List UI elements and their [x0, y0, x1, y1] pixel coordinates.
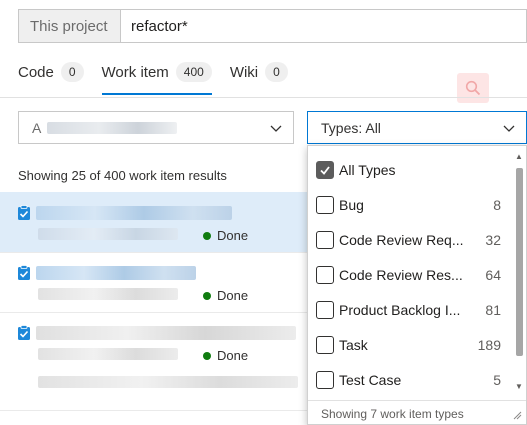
chevron-down-icon [503, 125, 515, 132]
type-option-code-review-request[interactable]: Code Review Req... 32 [308, 222, 513, 257]
checkbox[interactable] [316, 300, 334, 319]
types-dropdown-panel: All Types Bug 8 Code Review Req... 32 Co… [307, 145, 527, 425]
search-bar: This project [18, 9, 527, 43]
result-row[interactable]: Done [0, 312, 320, 412]
result-row[interactable]: Done [0, 252, 320, 312]
area-filter-value: A [32, 119, 42, 136]
type-option-bug[interactable]: Bug 8 [308, 187, 513, 222]
area-filter-dropdown[interactable]: A [18, 111, 294, 144]
status-badge: Done [203, 348, 248, 363]
scope-label: This project [30, 17, 108, 35]
status-label: Done [217, 348, 249, 363]
tab-label: Wiki [229, 63, 259, 81]
type-option-count: 8 [493, 196, 501, 213]
redacted-details [38, 348, 178, 360]
divider [0, 97, 527, 98]
type-option-count: 32 [485, 231, 501, 248]
tab-label: Code [18, 63, 54, 81]
checkbox[interactable] [316, 335, 334, 354]
type-option-count: 189 [477, 336, 501, 353]
checkbox[interactable] [316, 370, 334, 389]
status-dot-icon [203, 291, 211, 300]
type-option-count: 64 [485, 266, 501, 283]
status-badge: Done [203, 228, 248, 243]
redacted-title [36, 206, 232, 220]
type-option-label: Product Backlog I... [339, 301, 461, 318]
status-badge: Done [203, 288, 248, 303]
type-option-count: 5 [493, 371, 501, 388]
types-filter-label: Types: All [321, 119, 381, 136]
tab-wiki[interactable]: Wiki 0 [230, 58, 288, 86]
type-option-label: Code Review Res... [339, 266, 463, 283]
status-dot-icon [203, 231, 211, 240]
status-dot-icon [203, 351, 211, 360]
checkbox[interactable] [316, 160, 334, 179]
tab-code[interactable]: Code 0 [18, 58, 84, 86]
chevron-down-icon [270, 125, 282, 132]
redacted-text [47, 121, 178, 134]
type-option-label: All Types [339, 161, 396, 178]
scroll-down-arrow-icon[interactable]: ▼ [515, 382, 523, 391]
type-option-test-case[interactable]: Test Case 5 [308, 362, 513, 397]
work-item-icon [18, 265, 30, 280]
search-icon [465, 80, 481, 96]
status-label: Done [217, 228, 249, 243]
status-label: Done [217, 288, 249, 303]
checkbox[interactable] [316, 195, 334, 214]
redacted-details [38, 228, 178, 240]
search-input[interactable] [121, 10, 526, 42]
tab-count-badge: 400 [175, 62, 212, 82]
scope-selector[interactable]: This project [19, 10, 121, 42]
results-summary: Showing 25 of 400 work item results [18, 168, 227, 183]
tab-count-badge: 0 [60, 62, 84, 82]
redacted-title [36, 326, 296, 340]
types-filter-dropdown[interactable]: Types: All [307, 111, 527, 144]
type-option-product-backlog-item[interactable]: Product Backlog I... 81 [308, 292, 513, 327]
work-item-icon [18, 205, 30, 220]
type-option-all-types[interactable]: All Types [308, 152, 513, 187]
checkmark-icon [320, 165, 330, 175]
resize-grip-icon[interactable] [512, 410, 522, 420]
dropdown-footer-text: Showing 7 work item types [321, 407, 464, 421]
result-row[interactable]: Done [0, 192, 320, 252]
search-button[interactable] [457, 73, 489, 103]
tab-label: Work item [101, 63, 169, 81]
type-option-task[interactable]: Task 189 [308, 327, 513, 362]
tab-count-badge: 0 [265, 62, 288, 82]
scroll-up-arrow-icon[interactable]: ▲ [515, 152, 523, 161]
type-option-code-review-response[interactable]: Code Review Res... 64 [308, 257, 513, 292]
tab-work-item[interactable]: Work item 400 [101, 58, 213, 95]
work-item-icon [18, 325, 30, 340]
type-option-label: Test Case [339, 371, 402, 388]
dropdown-footer: Showing 7 work item types [308, 400, 526, 425]
type-option-label: Task [339, 336, 368, 353]
result-tabs: Code 0 Work item 400 Wiki 0 [18, 58, 288, 95]
redacted-title [36, 266, 196, 280]
redacted-details [38, 288, 178, 300]
type-option-label: Bug [339, 196, 364, 213]
checkbox[interactable] [316, 265, 334, 284]
type-option-count: 81 [485, 301, 501, 318]
scrollbar[interactable]: ▲ ▼ [513, 150, 525, 396]
checkbox[interactable] [316, 230, 334, 249]
type-option-label: Code Review Req... [339, 231, 464, 248]
scrollbar-thumb[interactable] [516, 168, 523, 356]
redacted-details [38, 376, 298, 388]
row-divider [0, 410, 320, 411]
